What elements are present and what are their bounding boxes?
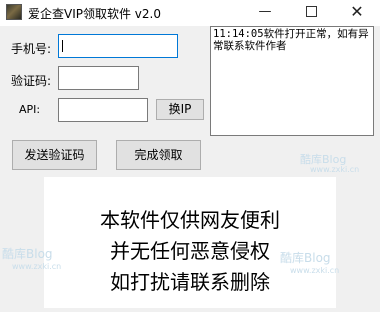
- watermark-url: www.zxki.cn: [310, 165, 360, 174]
- watermark-url: www.zxki.cn: [12, 262, 62, 271]
- text-caret: [62, 39, 63, 52]
- phone-input[interactable]: [58, 34, 178, 58]
- banner-line: 本软件仅供网友便利: [100, 208, 280, 232]
- watermark-brand: 酷库Blog: [2, 247, 53, 261]
- code-input[interactable]: [58, 66, 139, 90]
- maximize-button[interactable]: [288, 0, 334, 26]
- phone-label: 手机号:: [11, 42, 52, 56]
- minimize-button[interactable]: —: [242, 0, 288, 26]
- notice-banner: 本软件仅供网友便利 并无任何恶意侵权 如打扰请联系删除: [44, 177, 336, 308]
- send-code-button[interactable]: 发送验证码: [12, 140, 97, 170]
- maximize-icon: [305, 6, 317, 17]
- watermark-url: www.zxki.cn: [290, 266, 340, 275]
- close-button[interactable]: ✕: [334, 0, 380, 26]
- title-bar: 爱企查VIP领取软件 v2.0 — ✕: [0, 0, 380, 26]
- switch-ip-button[interactable]: 换IP: [156, 99, 204, 120]
- claim-button[interactable]: 完成领取: [116, 140, 201, 170]
- api-label: API:: [19, 103, 41, 116]
- watermark-brand: 酷库Blog: [280, 251, 331, 265]
- code-label: 验证码:: [11, 74, 52, 88]
- window-title: 爱企查VIP领取软件 v2.0: [28, 7, 161, 21]
- log-output[interactable]: 11:14:05软件打开正常，如有异常联系软件作者: [210, 26, 374, 136]
- app-icon: [6, 4, 22, 20]
- api-input[interactable]: [58, 98, 148, 122]
